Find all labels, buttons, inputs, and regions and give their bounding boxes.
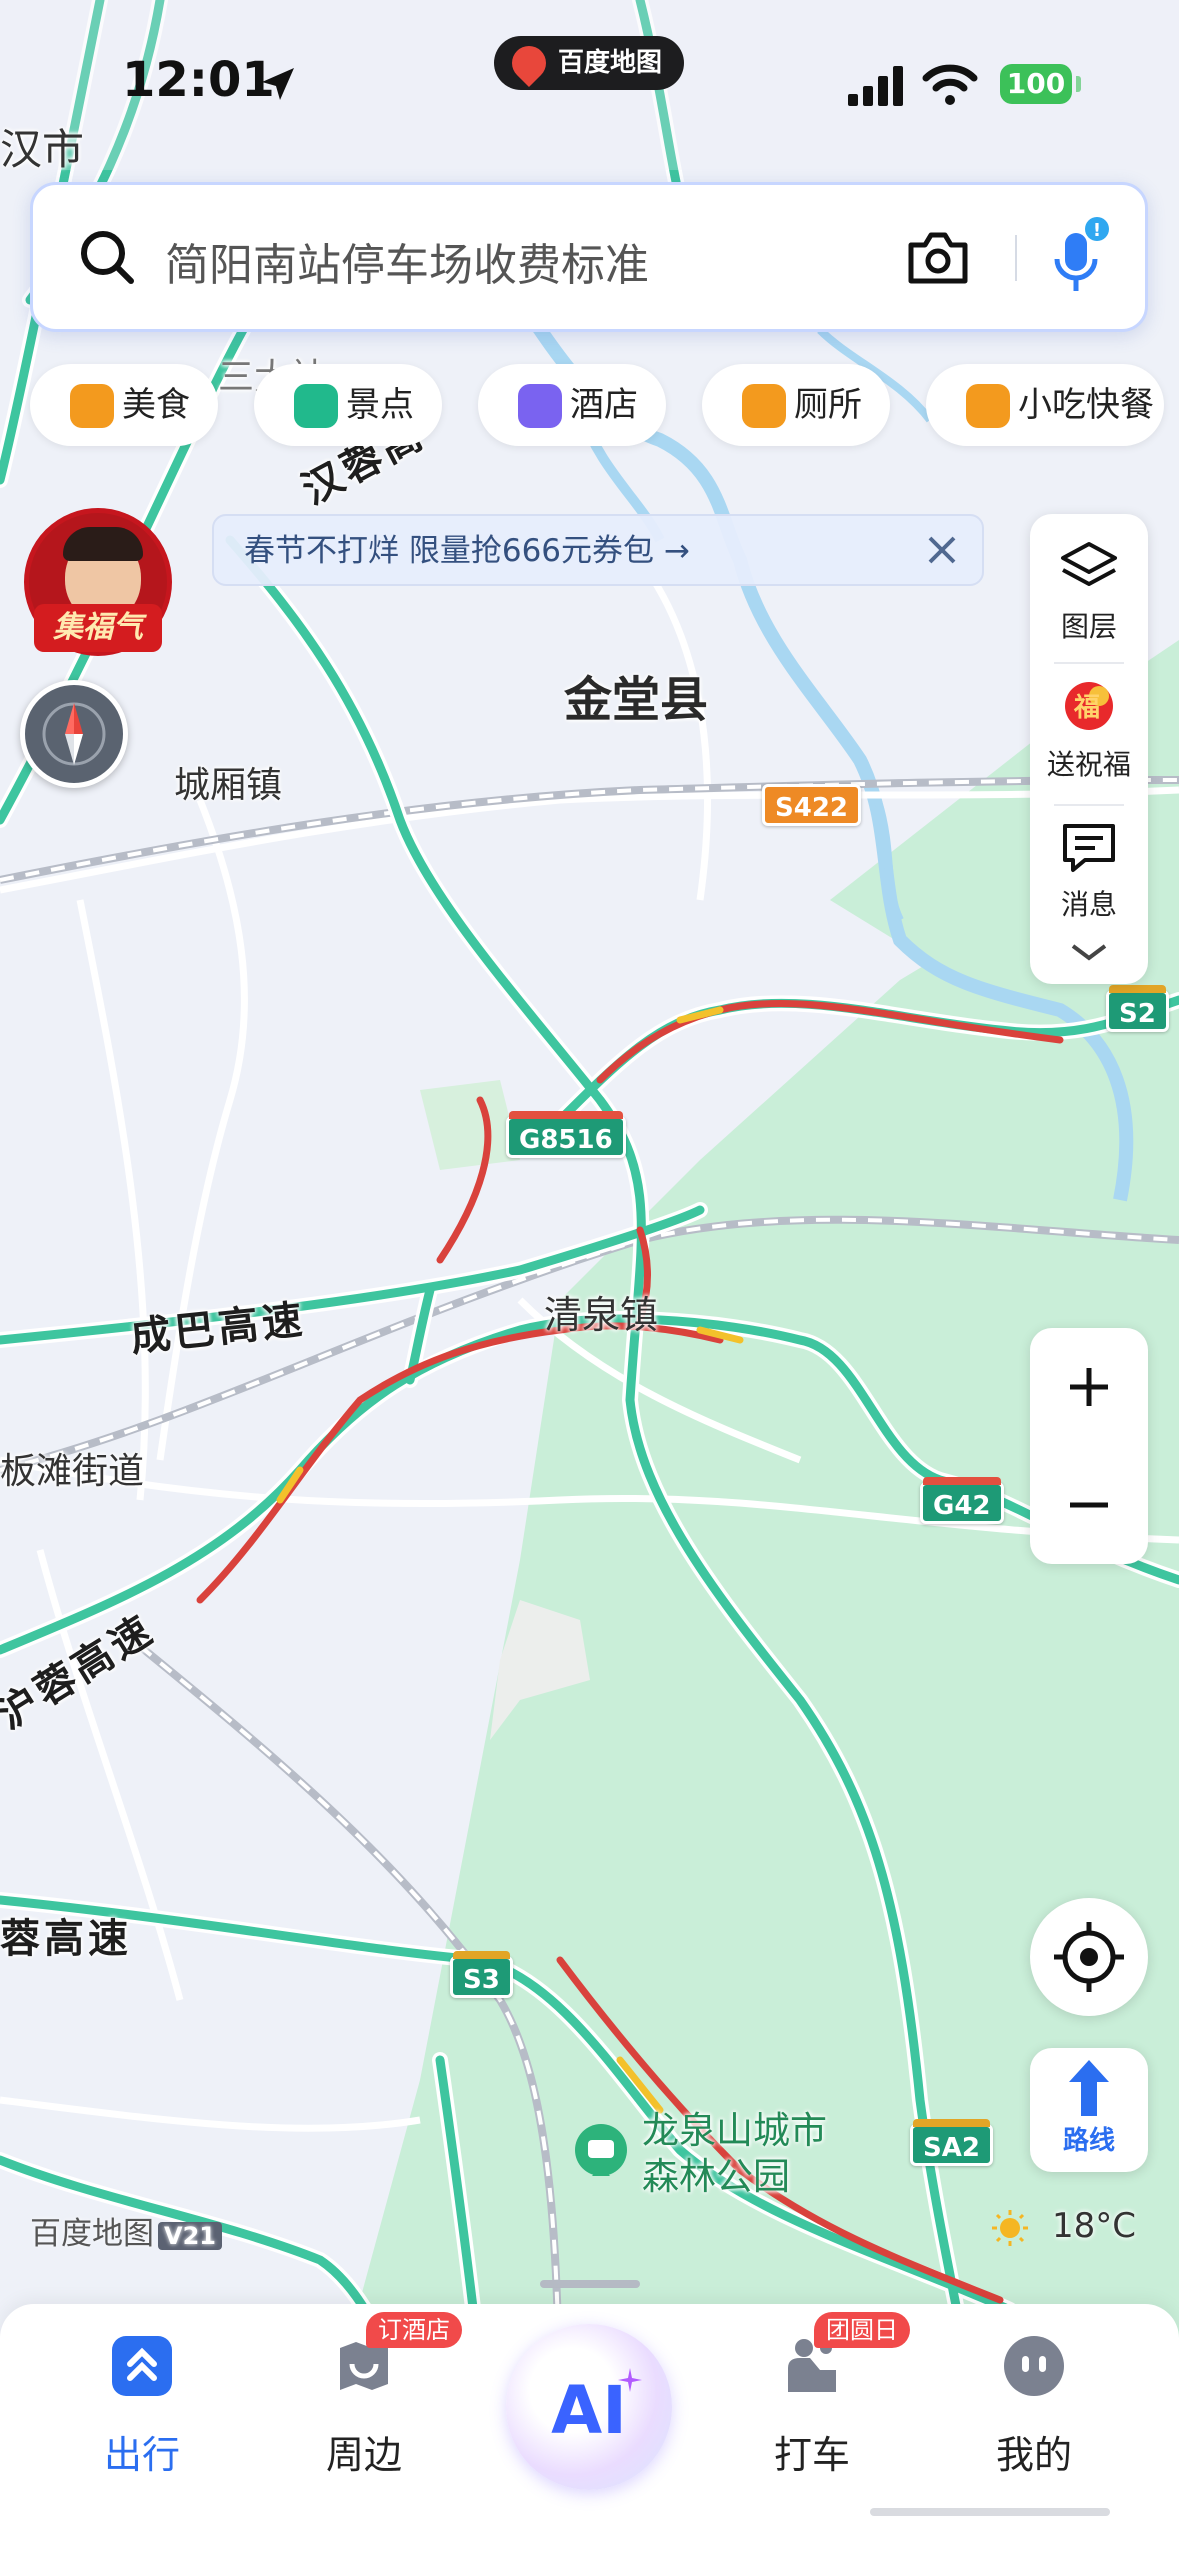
category-chip-snack[interactable]: 小吃快餐 (926, 364, 1164, 446)
tab-me[interactable]: 我的 (944, 2304, 1124, 2494)
app-pill-label: 百度地图 (558, 48, 663, 78)
tab-badge-reunion: 团圆日 (814, 2312, 910, 2348)
shield-sa2: SA2 (910, 2119, 993, 2166)
ai-label: AI (551, 2372, 627, 2449)
zoom-out-button[interactable] (1030, 1446, 1148, 1564)
snack-icon (966, 384, 1010, 428)
status-time: 12:01 (122, 52, 275, 108)
svg-text:福: 福 (1073, 693, 1100, 723)
tab-label-me: 我的 (995, 2433, 1072, 2477)
home-indicator (870, 2508, 1110, 2516)
toilet-icon (742, 384, 786, 428)
blessing-icon: 福 (1065, 682, 1113, 730)
messages-button[interactable]: 消息 (1030, 820, 1148, 930)
ai-assistant-button[interactable]: AI (506, 2324, 672, 2490)
category-chip-toilet[interactable]: 厕所 (702, 364, 890, 446)
location-arrow-icon (262, 68, 294, 100)
svg-text:!: ! (1093, 220, 1101, 241)
blessing-label: 送祝福 (1046, 748, 1131, 781)
bottom-tab-bar: 出行 订酒店 周边 AI 团圆日 打车 我的 (0, 2304, 1179, 2556)
road-label-rong-lower: 蓉高速 (0, 1916, 132, 1962)
hotel-icon (518, 384, 562, 428)
shield-s3: S3 (450, 1951, 513, 1998)
shield-s2: S2 (1106, 985, 1169, 1032)
message-icon (1063, 824, 1115, 872)
chevron-down-icon[interactable] (1069, 942, 1109, 962)
promo-text: 春节不打烊 限量抢666元券包 → (244, 533, 690, 569)
route-label: 路线 (1062, 2126, 1115, 2156)
map-label-town-chengxiang[interactable]: 城厢镇 (174, 756, 282, 808)
tab-label-travel: 出行 (103, 2433, 180, 2477)
tab-taxi[interactable]: 团圆日 打车 (722, 2304, 910, 2494)
shield-s422: S422 (762, 784, 861, 826)
minus-icon (1070, 1502, 1108, 1508)
layers-button[interactable]: 图层 (1030, 538, 1148, 658)
search-divider (1015, 235, 1017, 281)
map-label-county[interactable]: 金堂县 (564, 660, 708, 730)
weather-temp[interactable]: 18°C (1052, 2206, 1136, 2246)
plus-icon (1070, 1368, 1108, 1406)
zoom-in-button[interactable] (1030, 1328, 1148, 1446)
crosshair-icon (1054, 1922, 1124, 1992)
fortune-tag[interactable]: 集福气 (34, 604, 162, 652)
search-input[interactable]: 简阳南站停车场收费标准 (165, 229, 649, 293)
voice-mic-icon[interactable]: ! (1045, 215, 1111, 301)
zoom-controls (1030, 1328, 1148, 1564)
travel-icon (112, 2336, 172, 2396)
tab-badge-hotel: 订酒店 (366, 2312, 462, 2348)
chip-label: 厕所 (794, 385, 862, 425)
route-button[interactable]: 路线 (1030, 2048, 1148, 2172)
profile-icon (1004, 2336, 1064, 2396)
side-divider (1054, 662, 1124, 664)
compass-button[interactable] (20, 680, 128, 788)
route-arrow-icon (1069, 2060, 1109, 2116)
category-chip-hotel[interactable]: 酒店 (478, 364, 666, 446)
tab-nearby[interactable]: 订酒店 周边 (274, 2304, 462, 2494)
message-label: 消息 (1060, 888, 1117, 921)
map-logo: 百度地图 V21 (30, 2208, 222, 2253)
side-divider (1054, 804, 1124, 806)
food-icon (70, 384, 114, 428)
scenic-icon (294, 384, 338, 428)
layers-label: 图层 (1060, 610, 1117, 643)
camera-icon[interactable] (905, 229, 971, 287)
tab-label-taxi: 打车 (773, 2433, 850, 2477)
battery-indicator: 100 (1000, 64, 1072, 104)
chip-label: 小吃快餐 (1018, 385, 1154, 425)
map-label-park[interactable]: 龙泉山城市 森林公园 (642, 2108, 827, 2200)
map-version-badge: V21 (158, 2222, 222, 2250)
sun-icon (992, 2210, 1028, 2246)
locate-button[interactable] (1030, 1898, 1148, 2016)
shield-g42: G42 (920, 1477, 1004, 1524)
cellular-signal-icon (848, 66, 903, 106)
map-label-town-qingquan[interactable]: 清泉镇 (544, 1284, 658, 1339)
chip-label: 酒店 (570, 385, 638, 425)
shield-g8516: G8516 (506, 1111, 626, 1158)
layers-icon (1061, 542, 1117, 586)
baidu-pin-icon (504, 38, 554, 88)
close-icon[interactable] (920, 528, 964, 572)
app-pill[interactable]: 百度地图 (494, 36, 684, 90)
map-tools-panel: 图层 福 送祝福 消息 (1030, 514, 1148, 984)
sheet-drag-handle[interactable] (540, 2280, 640, 2288)
tab-travel[interactable]: 出行 (52, 2304, 232, 2494)
chip-label: 景点 (346, 385, 414, 425)
wifi-icon (922, 64, 978, 105)
search-box[interactable]: 简阳南站停车场收费标准 ! (30, 182, 1148, 332)
search-icon (81, 231, 134, 284)
category-chip-scenic[interactable]: 景点 (254, 364, 442, 446)
chip-label: 美食 (122, 385, 190, 425)
category-chip-food[interactable]: 美食 (30, 364, 218, 446)
avatar-hair (63, 527, 143, 561)
park-icon (575, 2124, 627, 2176)
map-label-city-fragment: 汉市 (0, 125, 85, 174)
sparkle-icon (618, 2368, 642, 2392)
tab-label-nearby: 周边 (325, 2433, 402, 2477)
blessing-button[interactable]: 福 送祝福 (1030, 676, 1148, 796)
promo-banner[interactable]: 春节不打烊 限量抢666元券包 → (212, 514, 984, 586)
map-label-street-bantan[interactable]: 板滩街道 (0, 1442, 144, 1494)
battery-tip (1076, 76, 1081, 92)
compass-icon (42, 702, 106, 766)
